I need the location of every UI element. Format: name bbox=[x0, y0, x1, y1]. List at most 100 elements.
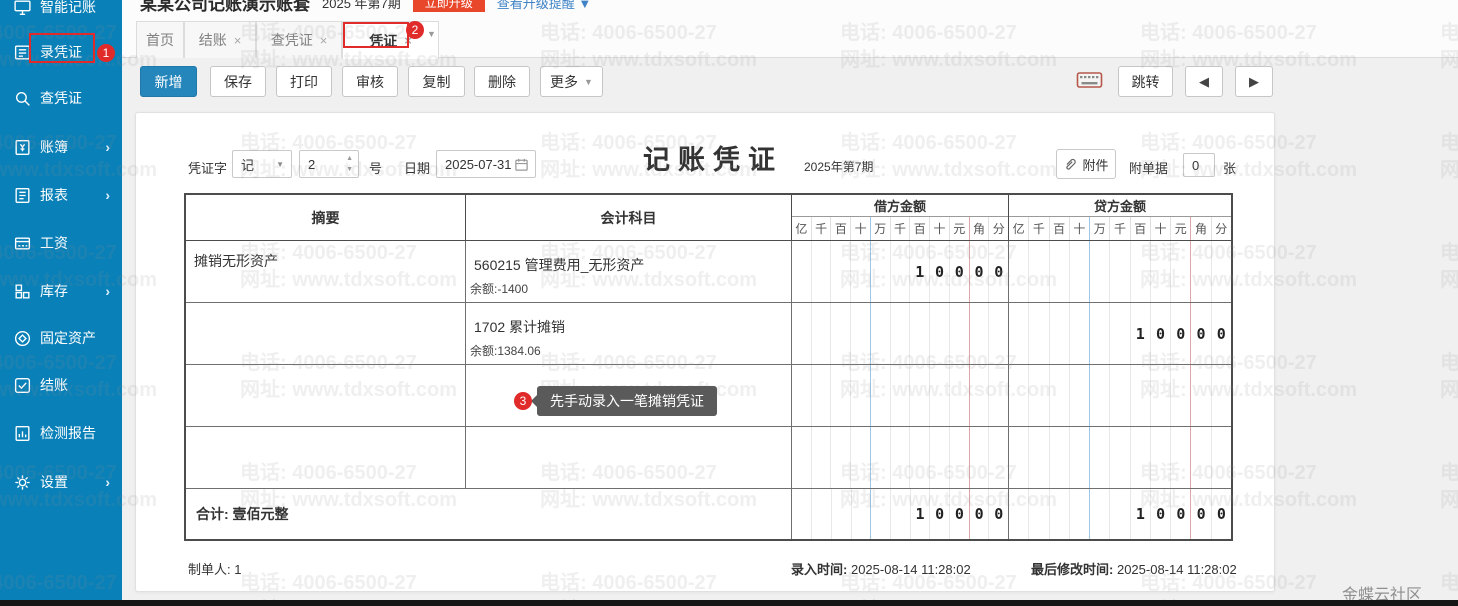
keyboard-shortcuts-icon[interactable] bbox=[1076, 70, 1103, 96]
amount-digit-cell[interactable] bbox=[1110, 303, 1130, 364]
删除-button[interactable]: 删除 bbox=[474, 66, 530, 97]
amount-digit-cell[interactable] bbox=[871, 303, 891, 364]
voucher-word-select[interactable]: 记 ▼ bbox=[232, 150, 292, 178]
amount-digit-cell[interactable]: 0 bbox=[1212, 303, 1231, 364]
amount-digit-cell[interactable] bbox=[1009, 365, 1029, 426]
amount-digit-cell[interactable] bbox=[950, 365, 970, 426]
amount-digit-cell[interactable]: 0 bbox=[930, 241, 950, 302]
amount-digit-cell[interactable]: 0 bbox=[1191, 303, 1211, 364]
sidebar-item-检测报告[interactable]: 检测报告 bbox=[0, 416, 122, 450]
amount-digit-cell[interactable] bbox=[970, 427, 990, 488]
amount-digit-cell[interactable] bbox=[851, 365, 871, 426]
amount-digit-cell[interactable] bbox=[1212, 427, 1231, 488]
amount-digit-cell[interactable]: 1 bbox=[910, 241, 930, 302]
credit-amount-cells[interactable] bbox=[1009, 365, 1231, 426]
account-cell[interactable] bbox=[466, 427, 792, 488]
tab-close-icon[interactable]: × bbox=[234, 33, 242, 48]
新增-button[interactable]: 新增 bbox=[140, 66, 197, 97]
amount-digit-cell[interactable] bbox=[891, 427, 911, 488]
credit-amount-cells[interactable]: 10000 bbox=[1009, 303, 1231, 364]
复制-button[interactable]: 复制 bbox=[408, 66, 465, 97]
amount-digit-cell[interactable] bbox=[831, 241, 851, 302]
prev-voucher-button[interactable]: ◀ bbox=[1185, 66, 1223, 97]
amount-digit-cell[interactable] bbox=[950, 303, 970, 364]
amount-digit-cell[interactable] bbox=[1070, 241, 1090, 302]
amount-digit-cell[interactable]: 1 bbox=[1131, 303, 1151, 364]
tab-close-icon[interactable]: × bbox=[320, 33, 328, 48]
debit-amount-cells[interactable] bbox=[792, 365, 1009, 426]
amount-digit-cell[interactable] bbox=[1009, 241, 1029, 302]
amount-digit-cell[interactable] bbox=[970, 365, 990, 426]
amount-digit-cell[interactable] bbox=[831, 303, 851, 364]
amount-digit-cell[interactable]: 0 bbox=[970, 241, 990, 302]
jump-button[interactable]: 跳转 bbox=[1118, 66, 1173, 97]
credit-amount-cells[interactable] bbox=[1009, 427, 1231, 488]
amount-digit-cell[interactable] bbox=[910, 303, 930, 364]
amount-digit-cell[interactable] bbox=[1029, 365, 1049, 426]
amount-digit-cell[interactable] bbox=[871, 365, 891, 426]
amount-digit-cell[interactable] bbox=[891, 365, 911, 426]
amount-digit-cell[interactable] bbox=[851, 427, 871, 488]
amount-digit-cell[interactable] bbox=[1191, 427, 1211, 488]
amount-digit-cell[interactable] bbox=[812, 241, 832, 302]
amount-digit-cell[interactable] bbox=[1090, 365, 1110, 426]
amount-digit-cell[interactable] bbox=[1110, 365, 1130, 426]
amount-digit-cell[interactable] bbox=[1029, 241, 1049, 302]
amount-digit-cell[interactable] bbox=[1070, 365, 1090, 426]
tab-凭证[interactable]: 凭证× bbox=[342, 21, 439, 59]
amount-digit-cell[interactable] bbox=[851, 241, 871, 302]
calendar-icon[interactable] bbox=[514, 157, 529, 175]
amount-digit-cell[interactable] bbox=[891, 303, 911, 364]
amount-digit-cell[interactable]: 0 bbox=[950, 241, 970, 302]
summary-cell[interactable] bbox=[186, 303, 466, 364]
tab-首页[interactable]: 首页 bbox=[136, 21, 184, 58]
amount-digit-cell[interactable] bbox=[1050, 365, 1070, 426]
amount-digit-cell[interactable] bbox=[930, 427, 950, 488]
amount-digit-cell[interactable] bbox=[851, 303, 871, 364]
amount-digit-cell[interactable] bbox=[812, 303, 832, 364]
sidebar-item-固定资产[interactable]: 固定资产 bbox=[0, 321, 122, 355]
amount-digit-cell[interactable] bbox=[812, 365, 832, 426]
amount-digit-cell[interactable] bbox=[1151, 427, 1171, 488]
amount-digit-cell[interactable] bbox=[1131, 365, 1151, 426]
amount-digit-cell[interactable] bbox=[792, 365, 812, 426]
sidebar-item-智能记账[interactable]: 智能记账 bbox=[0, 0, 122, 24]
debit-amount-cells[interactable] bbox=[792, 303, 1009, 364]
credit-amount-cells[interactable] bbox=[1009, 241, 1231, 302]
amount-digit-cell[interactable] bbox=[812, 427, 832, 488]
sidebar-item-库存[interactable]: 库存› bbox=[0, 274, 122, 308]
amount-digit-cell[interactable] bbox=[1171, 365, 1191, 426]
amount-digit-cell[interactable] bbox=[1090, 427, 1110, 488]
amount-digit-cell[interactable] bbox=[1110, 241, 1130, 302]
amount-digit-cell[interactable] bbox=[1191, 365, 1211, 426]
amount-digit-cell[interactable] bbox=[871, 241, 891, 302]
amount-digit-cell[interactable] bbox=[1151, 365, 1171, 426]
account-cell[interactable]: 560215 管理费用_无形资产余额:-1400 bbox=[466, 241, 792, 302]
voucher-number-stepper[interactable]: 2 ▲▼ bbox=[299, 150, 359, 178]
amount-digit-cell[interactable] bbox=[1171, 241, 1191, 302]
amount-digit-cell[interactable] bbox=[1090, 303, 1110, 364]
amount-digit-cell[interactable] bbox=[1131, 427, 1151, 488]
amount-digit-cell[interactable] bbox=[910, 365, 930, 426]
attached-docs-input[interactable]: 0 bbox=[1183, 153, 1215, 177]
更多-button[interactable]: 更多▼ bbox=[540, 66, 603, 97]
amount-digit-cell[interactable] bbox=[1009, 303, 1029, 364]
amount-digit-cell[interactable] bbox=[831, 365, 851, 426]
amount-digit-cell[interactable] bbox=[891, 241, 911, 302]
summary-cell[interactable] bbox=[186, 427, 466, 488]
amount-digit-cell[interactable] bbox=[950, 427, 970, 488]
account-cell[interactable]: 1702 累计摊销余额:1384.06 bbox=[466, 303, 792, 364]
amount-digit-cell[interactable] bbox=[1131, 241, 1151, 302]
sidebar-item-报表[interactable]: 报表› bbox=[0, 178, 122, 212]
amount-digit-cell[interactable] bbox=[1212, 241, 1231, 302]
tab-结账[interactable]: 结账× bbox=[184, 21, 256, 58]
amount-digit-cell[interactable] bbox=[910, 427, 930, 488]
amount-digit-cell[interactable] bbox=[1029, 303, 1049, 364]
保存-button[interactable]: 保存 bbox=[210, 66, 266, 97]
amount-digit-cell[interactable] bbox=[1029, 427, 1049, 488]
amount-digit-cell[interactable] bbox=[792, 303, 812, 364]
打印-button[interactable]: 打印 bbox=[276, 66, 332, 97]
amount-digit-cell[interactable] bbox=[930, 365, 950, 426]
summary-cell[interactable] bbox=[186, 365, 466, 426]
amount-digit-cell[interactable] bbox=[970, 303, 990, 364]
